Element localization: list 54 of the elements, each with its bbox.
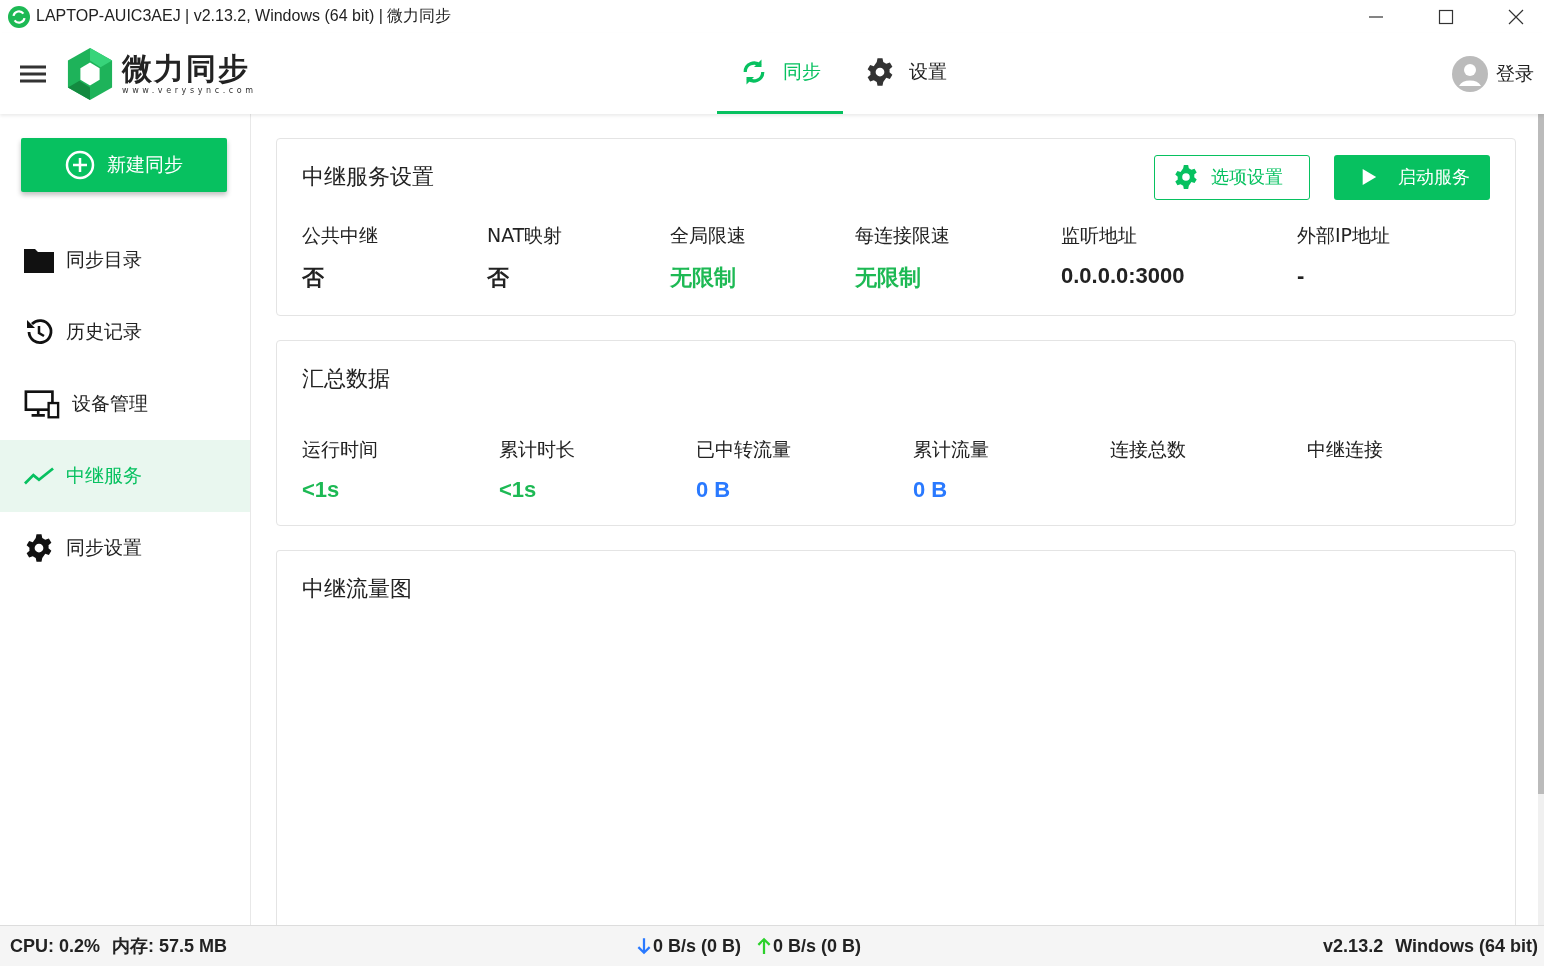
arrow-up-icon xyxy=(757,937,772,955)
stat-label: 监听地址 xyxy=(1061,223,1138,248)
app-icon xyxy=(8,5,30,28)
card-title: 汇总数据 xyxy=(302,365,390,393)
upload-speed: 0 B/s (0 B) xyxy=(773,935,862,957)
cpu-usage: CPU: 0.2% xyxy=(10,935,101,957)
stat-label: 已中转流量 xyxy=(696,437,792,462)
window-title: LAPTOP-AUIC3AEJ | v2.13.2, Windows (64 bit) | 微力同步 xyxy=(36,6,452,26)
stat-value: 无限制 xyxy=(670,264,737,292)
stat-value: 否 xyxy=(487,264,510,292)
arrow-down-icon xyxy=(637,937,652,955)
settings-icon xyxy=(24,533,54,563)
close-button[interactable] xyxy=(1508,8,1524,25)
avatar-icon xyxy=(1452,55,1488,92)
stat-label: 运行时间 xyxy=(302,437,379,462)
settings-icon xyxy=(1173,164,1199,190)
app-version: v2.13.2 xyxy=(1323,935,1384,957)
stat-value: <1s xyxy=(302,477,341,503)
menu-icon[interactable] xyxy=(20,64,46,83)
stat-value: 否 xyxy=(302,264,325,292)
sidebar-item[interactable]: 同步目录 xyxy=(0,224,250,296)
stat-value: 无限制 xyxy=(855,264,922,292)
sidebar-item[interactable]: 同步设置 xyxy=(0,512,250,584)
monitor-icon xyxy=(24,389,60,419)
logo-name: 微力同步 xyxy=(122,52,251,86)
play-icon xyxy=(1360,168,1378,186)
os-info: Windows (64 bit) xyxy=(1395,935,1538,957)
stat-value: 0.0.0.0:3000 xyxy=(1061,263,1186,289)
stat-value: 0 B xyxy=(913,477,949,503)
sidebar-item[interactable]: 历史记录 xyxy=(0,296,250,368)
stat-label: 每连接限速 xyxy=(855,223,951,248)
plus-icon xyxy=(65,150,95,180)
maximize-button[interactable] xyxy=(1438,8,1454,25)
card-title: 中继服务设置 xyxy=(302,163,434,191)
stat-label: 连接总数 xyxy=(1110,437,1187,462)
stat-label: 累计流量 xyxy=(913,437,990,462)
stat-label: 累计时长 xyxy=(499,437,576,462)
logo-url: www.verysync.com xyxy=(122,86,257,95)
stat-value: - xyxy=(1297,263,1306,289)
stat-value: <1s xyxy=(499,477,538,503)
stat-label: 外部IP地址 xyxy=(1297,223,1392,248)
stat-label: 全局限速 xyxy=(670,223,747,248)
download-speed: 0 B/s (0 B) xyxy=(653,935,742,957)
history-icon xyxy=(24,317,54,347)
stat-label: 中继连接 xyxy=(1307,437,1384,462)
stat-label: NAT映射 xyxy=(487,223,564,248)
memory-usage: 内存: 57.5 MB xyxy=(112,935,228,958)
login-button[interactable]: 登录 xyxy=(1452,55,1534,92)
stat-value: 0 B xyxy=(696,477,732,503)
sidebar-item[interactable]: 设备管理 xyxy=(0,368,250,440)
nav-tab[interactable]: 设置 xyxy=(842,33,969,114)
card-title: 中继流量图 xyxy=(302,575,412,603)
stat-label: 公共中继 xyxy=(302,223,379,248)
logo-icon xyxy=(66,46,114,101)
